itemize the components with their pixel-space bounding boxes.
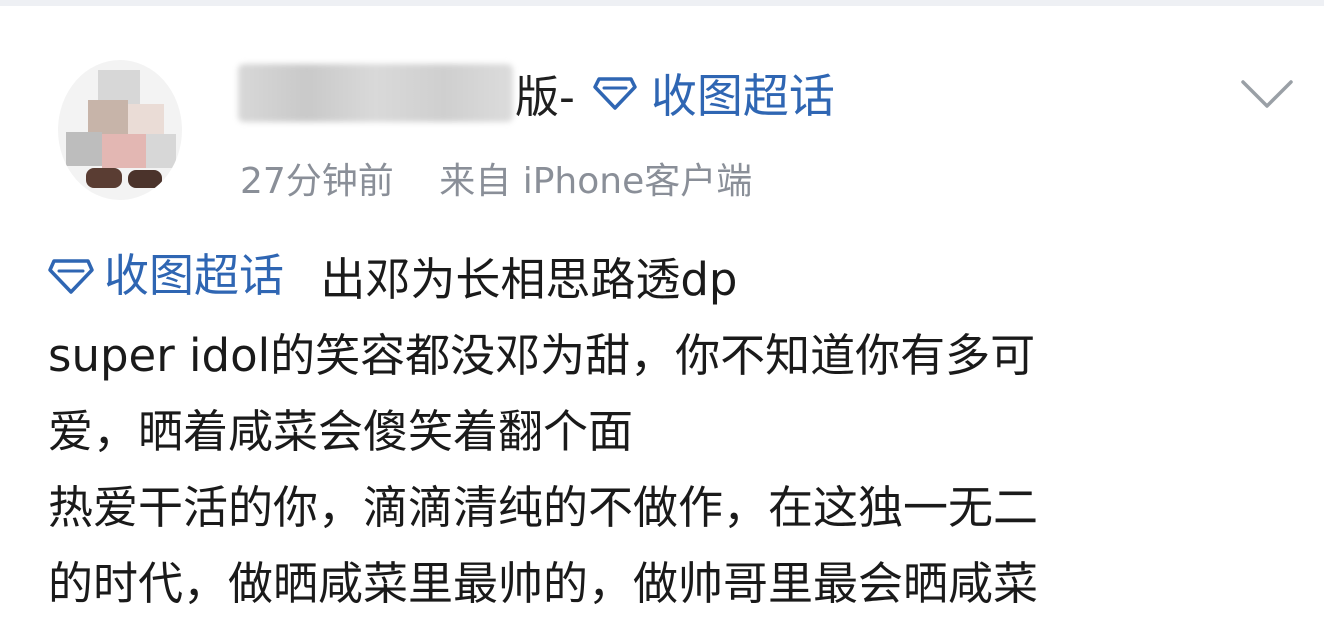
avatar[interactable] [58,60,182,200]
diamond-icon [48,259,94,294]
super-topic-link[interactable]: 收图超话 [593,60,835,126]
post-content: 收图超话 出邓为长相思路透dp super idol的笑容都没邓为甜，你不知道你… [48,238,1298,622]
content-title-line: 收图超话 出邓为长相思路透dp [48,238,1298,318]
post-meta: 27分钟前 来自 iPhone客户端 [240,152,752,204]
username-suffix: 版- [515,72,575,123]
username[interactable]: 版- 收图超话 [238,62,835,124]
username-blurred [238,64,513,122]
content-line: super idol的笑容都没邓为甜，你不知道你有多可 [48,329,1036,382]
diamond-icon [593,77,637,110]
post-source: 来自 iPhone客户端 [439,161,753,202]
weibo-post: 版- 收图超话 27分钟前 来自 iPhone客户端 收图超话 出邓为长相思路透… [0,0,1324,610]
content-topic-label: 收图超话 [104,249,285,302]
content-line: 的时代，做晒咸菜里最帅的，做帅哥里最会晒咸菜 [48,557,1039,610]
post-time: 27分钟前 [240,161,394,202]
chevron-down-icon[interactable] [1240,78,1294,112]
content-line: 爱，晒着咸菜会傻笑着翻个面 [48,405,634,458]
content-line: 热爱干活的你，滴滴清纯的不做作，在这独一无二 [48,481,1039,534]
content-title: 出邓为长相思路透dp [320,253,738,306]
content-topic-link[interactable]: 收图超话 [48,238,284,314]
super-topic-label: 收图超话 [650,69,835,123]
